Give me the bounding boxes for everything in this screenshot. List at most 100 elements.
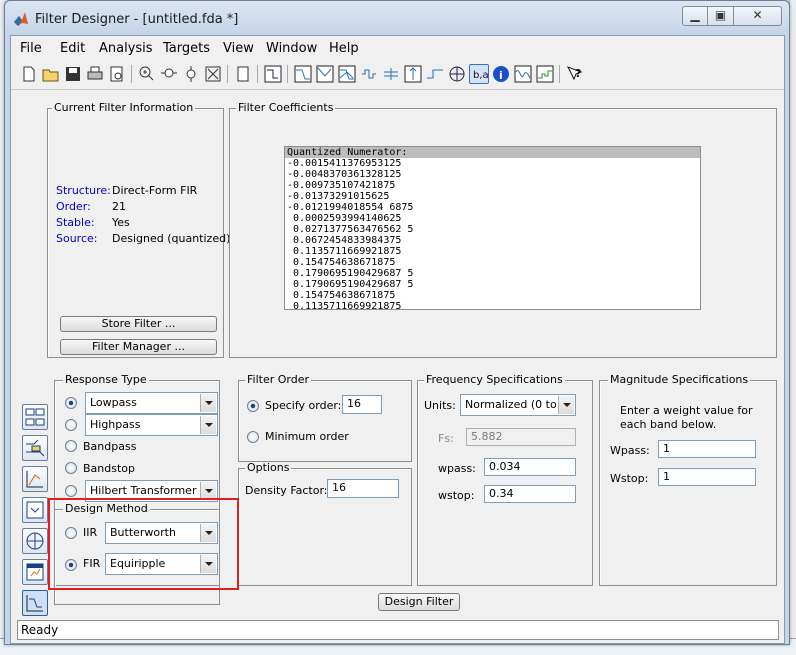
list-item: 0.0002593994140625 (287, 213, 402, 224)
impulse-response-icon[interactable] (403, 64, 423, 84)
sidebar-transform-filter-icon[interactable] (22, 404, 48, 430)
filter-coefficients-icon[interactable]: b,a (469, 64, 489, 84)
zoom-y-icon[interactable] (181, 64, 201, 84)
sidebar-realize-model-icon[interactable] (22, 559, 48, 585)
pole-zero-icon[interactable] (447, 64, 467, 84)
svg-text:b,a: b,a (473, 70, 488, 81)
menu-targets[interactable]: Targets (163, 41, 210, 56)
svg-text:?: ? (575, 67, 581, 80)
stable-value: Yes (112, 216, 130, 229)
toolbar-separator (257, 65, 258, 83)
sidebar-import-filter-icon[interactable] (22, 497, 48, 523)
list-item: 0.0672454833984375 (287, 235, 402, 246)
round-off-noise-icon[interactable] (535, 64, 555, 84)
step-response-icon[interactable] (425, 64, 445, 84)
units-dropdown[interactable]: Normalized (0 to 1) (460, 394, 576, 416)
wpass-input[interactable]: 0.034 (484, 458, 576, 476)
bandstop-radio[interactable] (65, 462, 77, 474)
weight-pass-label: Wpass: (610, 444, 650, 457)
open-folder-icon[interactable] (41, 64, 61, 84)
menu-edit[interactable]: Edit (60, 41, 85, 56)
maximize-icon: ▣ (714, 8, 727, 22)
full-view-icon[interactable] (203, 64, 223, 84)
options-title: Options (245, 461, 292, 474)
density-factor-input[interactable]: 16 (327, 479, 399, 498)
list-item: 0.1790695190429687 5 (287, 268, 414, 279)
weight-stop-input[interactable]: 1 (658, 468, 756, 486)
list-item: -0.009735107421875 (287, 180, 396, 191)
response-type-title: Response Type (63, 373, 149, 386)
current-filter-panel: Current Filter Information Structure: Di… (47, 102, 230, 358)
filter-specs-icon[interactable] (263, 64, 283, 84)
maximize-button[interactable]: ▣ (708, 6, 734, 26)
new-window-icon[interactable] (233, 64, 253, 84)
minimize-button[interactable]: ▁ (682, 6, 708, 26)
minimum-order-radio[interactable] (247, 431, 259, 443)
sidebar-design-filter-icon[interactable] (22, 590, 48, 616)
coefficients-listbox[interactable]: Quantized Numerator: -0.0015411376953125… (284, 146, 701, 310)
minimize-icon: ▁ (690, 8, 700, 22)
specify-order-input[interactable]: 16 (342, 395, 382, 414)
sidebar-multirate-icon[interactable] (22, 435, 48, 461)
phase-delay-icon[interactable] (381, 64, 401, 84)
hilbert-radio[interactable] (65, 485, 77, 497)
close-button[interactable]: ✕ (734, 6, 782, 26)
list-item: 0.0271377563476562 5 (287, 224, 414, 235)
print-icon[interactable] (85, 64, 105, 84)
density-factor-label: Density Factor: (245, 484, 328, 497)
stable-label: Stable: (56, 216, 95, 229)
bandpass-radio[interactable] (65, 440, 77, 452)
coefficients-header: Quantized Numerator: (285, 147, 700, 158)
structure-label: Structure: (56, 184, 111, 197)
desktop-background-right (789, 0, 796, 655)
phase-response-icon[interactable] (315, 64, 335, 84)
window-title: Filter Designer - [untitled.fda *] (35, 12, 239, 27)
lowpass-radio[interactable] (65, 397, 77, 409)
magnitude-phase-icon[interactable] (337, 64, 357, 84)
design-filter-button[interactable]: Design Filter (378, 593, 460, 611)
list-item: -0.0048370361328125 (287, 169, 402, 180)
filter-coefficients-title: Filter Coefficients (236, 101, 336, 114)
wstop-input[interactable]: 0.34 (484, 485, 576, 503)
menu-file[interactable]: File (20, 41, 42, 56)
whats-this-icon[interactable]: ? (565, 64, 585, 84)
hilbert-label: Hilbert Transformer (90, 484, 197, 497)
list-item: 0.1135711669921875 (287, 301, 402, 310)
weight-pass-input[interactable]: 1 (658, 440, 756, 458)
zoom-in-icon[interactable] (137, 64, 157, 84)
list-item: 0.154754638671875 (287, 290, 396, 301)
menu-analysis[interactable]: Analysis (99, 41, 153, 56)
source-label: Source: (56, 232, 98, 245)
save-icon[interactable] (63, 64, 83, 84)
title-bar[interactable]: Filter Designer - [untitled.fda *] ▁ ▣ ✕ (5, 1, 789, 35)
matlab-logo-icon (13, 11, 29, 27)
magnitude-response-icon[interactable] (293, 64, 313, 84)
menu-help[interactable]: Help (329, 41, 359, 56)
highpass-dropdown[interactable]: Highpass (85, 414, 218, 436)
filter-information-icon[interactable]: i (491, 64, 511, 84)
print-preview-icon[interactable] (107, 64, 127, 84)
frequency-specs-panel: Frequency Specifications Units: Normaliz… (417, 374, 593, 586)
sidebar-pole-zero-icon[interactable] (22, 528, 48, 554)
store-filter-button[interactable]: Store Filter ... (60, 316, 217, 332)
toolbar-separator (227, 65, 228, 83)
toolbar-separator (559, 65, 560, 83)
wstop-label: wstop: (438, 489, 475, 502)
bandstop-label: Bandstop (83, 462, 135, 475)
magnitude-estimate-icon[interactable] (513, 64, 533, 84)
options-panel: Options Density Factor: 16 (238, 462, 412, 586)
new-file-icon[interactable] (19, 64, 39, 84)
group-delay-icon[interactable] (359, 64, 379, 84)
magnitude-specs-title: Magnitude Specifications (608, 373, 751, 386)
status-bar: Ready (17, 620, 779, 640)
lowpass-dropdown[interactable]: Lowpass (85, 392, 218, 414)
units-label: Units: (424, 399, 456, 412)
menu-view[interactable]: View (223, 41, 254, 56)
specify-order-radio[interactable] (247, 400, 259, 412)
filter-manager-button[interactable]: Filter Manager ... (60, 339, 217, 355)
sidebar-pole-zero-editor-icon[interactable] (22, 466, 48, 492)
menu-window[interactable]: Window (266, 41, 317, 56)
highpass-radio[interactable] (65, 419, 77, 431)
zoom-x-icon[interactable] (159, 64, 179, 84)
units-value: Normalized (0 to 1) (465, 398, 572, 411)
